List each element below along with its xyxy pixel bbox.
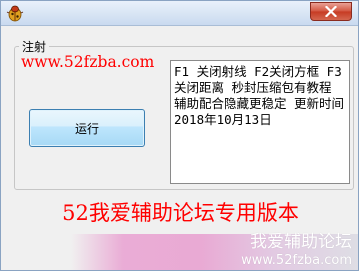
- run-button[interactable]: 运行: [29, 109, 145, 147]
- forum-banner-text: 52我爱辅助论坛专用版本: [62, 201, 299, 225]
- close-button[interactable]: [310, 2, 352, 21]
- app-window: 注射 www.52fzba.com 运行 F1 关闭射线 F2关闭方框 F3关闭…: [0, 0, 359, 271]
- bug-logo-icon: [6, 4, 24, 22]
- close-icon: [325, 6, 337, 17]
- watermark-url: www.52fzba.com: [241, 253, 352, 268]
- watermark-forum-name: 我爱辅助论坛: [250, 232, 352, 252]
- site-url-text: www.52fzba.com: [21, 53, 155, 71]
- title-bar[interactable]: [1, 1, 358, 26]
- info-textarea[interactable]: F1 关闭射线 F2关闭方框 F3关闭距离 秒封压缩包有教程 辅助配合隐藏更稳定…: [170, 60, 350, 184]
